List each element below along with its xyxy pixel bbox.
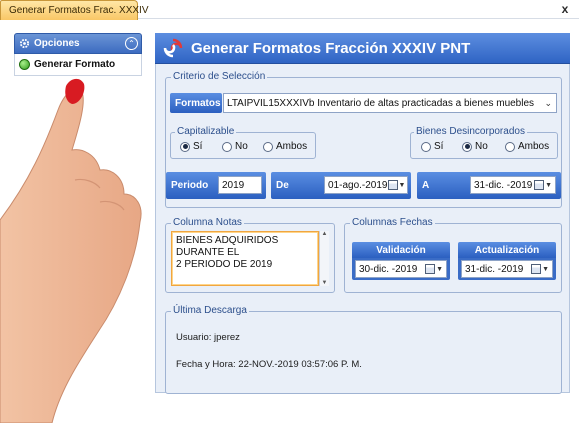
criteria-legend: Criterio de Selección: [171, 71, 268, 82]
actualizacion-label: Actualización: [458, 242, 556, 258]
radio-circle[interactable]: [180, 141, 190, 152]
green-dot-icon: [19, 59, 30, 70]
validacion-label: Validación: [352, 242, 450, 258]
nav-header[interactable]: Opciones ⌃: [14, 33, 142, 54]
page-header: Generar Formatos Fracción XXXIV PNT: [155, 33, 570, 64]
actualizacion-date-picker[interactable]: 31-dic. -2019 ▼: [461, 260, 553, 278]
bienes-radio-ambos[interactable]: Ambos: [505, 141, 549, 152]
radio-label: Ambos: [518, 141, 550, 152]
tab-title: Generar Formatos Frac. XXXIV: [9, 5, 149, 16]
capitalizable-radio-no[interactable]: No: [222, 141, 248, 152]
radio-label: Sí: [434, 141, 444, 152]
radio-label: No: [235, 141, 248, 152]
calendar-dropdown[interactable]: ▼: [531, 264, 549, 274]
formatos-select[interactable]: LTAIPVIL15XXXIVb Inventario de altas pra…: [223, 93, 557, 113]
radio-circle[interactable]: [421, 141, 431, 152]
last-download-legend: Última Descarga: [171, 305, 249, 316]
calendar-icon[interactable]: [534, 180, 545, 190]
radio-circle[interactable]: [505, 141, 515, 152]
notes-scrollbar[interactable]: ▲ ▼: [319, 231, 329, 286]
validacion-date-picker[interactable]: 30-dic. -2019 ▼: [355, 260, 447, 278]
radio-circle[interactable]: [462, 141, 472, 152]
calendar-icon[interactable]: [531, 264, 542, 274]
nav-header-label: Opciones: [34, 38, 80, 49]
radio-label: Ambos: [276, 141, 308, 152]
radio-circle[interactable]: [222, 141, 232, 152]
chevron-down-icon[interactable]: ▼: [399, 182, 406, 189]
radio-circle[interactable]: [263, 141, 273, 152]
notes-textarea[interactable]: BIENES ADQUIRIDOS DURANTE EL 2 PERIODO D…: [171, 231, 319, 286]
a-date-value: 31-dic. -2019: [474, 179, 533, 191]
capitalizable-radio-si[interactable]: Sí: [180, 141, 202, 152]
sidebar-item-label: Generar Formato: [34, 59, 116, 70]
last-download-group: [165, 311, 562, 394]
swirl-logo-icon: [163, 38, 183, 58]
validacion-date-value: 30-dic. -2019: [359, 263, 418, 275]
capitalizable-radio-ambos[interactable]: Ambos: [263, 141, 307, 152]
scroll-down-icon[interactable]: ▼: [322, 280, 328, 286]
chevron-up-icon[interactable]: ⌃: [125, 37, 138, 50]
tab-generar-formatos[interactable]: Generar Formatos Frac. XXXIV: [0, 0, 149, 20]
bienes-legend: Bienes Desincorporados: [414, 126, 527, 137]
bienes-radio-si[interactable]: Sí: [421, 141, 443, 152]
formatos-value: LTAIPVIL15XXXIVb Inventario de altas pra…: [227, 97, 535, 109]
gear-icon: [19, 38, 30, 49]
radio-label: No: [475, 141, 488, 152]
bienes-radio-no[interactable]: No: [462, 141, 488, 152]
notes-legend: Columna Notas: [171, 217, 244, 228]
formatos-label: Formatos: [170, 93, 222, 113]
radio-label: Sí: [193, 141, 203, 152]
capitalizable-legend: Capitalizable: [175, 126, 237, 137]
last-download-user: Usuario: jperez: [176, 332, 240, 343]
de-date-picker[interactable]: 01-ago.-2019 ▼: [324, 176, 408, 194]
a-date-picker[interactable]: 31-dic. -2019 ▼: [470, 176, 556, 194]
fechas-legend: Columnas Fechas: [350, 217, 435, 228]
periodo-input[interactable]: 2019: [218, 176, 262, 194]
calendar-dropdown[interactable]: ▼: [387, 180, 406, 190]
actualizacion-date-value: 31-dic. -2019: [465, 263, 524, 275]
chevron-down-icon[interactable]: ⌄: [544, 98, 552, 109]
calendar-dropdown[interactable]: ▼: [425, 264, 443, 274]
chevron-down-icon[interactable]: ▼: [545, 182, 552, 189]
last-download-datetime: Fecha y Hora: 22-NOV.-2019 03:57:06 P. M…: [176, 359, 362, 370]
calendar-dropdown[interactable]: ▼: [534, 180, 552, 190]
calendar-icon[interactable]: [425, 264, 436, 274]
de-date-value: 01-ago.-2019: [328, 179, 388, 191]
scroll-up-icon[interactable]: ▲: [322, 231, 328, 237]
close-icon[interactable]: x: [559, 3, 571, 15]
calendar-icon[interactable]: [387, 180, 398, 190]
notes-textarea-wrapper[interactable]: BIENES ADQUIRIDOS DURANTE EL 2 PERIODO D…: [171, 231, 329, 286]
chevron-down-icon[interactable]: ▼: [436, 266, 443, 273]
pointing-hand-illustration: [0, 78, 142, 423]
page-title: Generar Formatos Fracción XXXIV PNT: [191, 39, 471, 57]
chevron-down-icon[interactable]: ▼: [542, 266, 549, 273]
